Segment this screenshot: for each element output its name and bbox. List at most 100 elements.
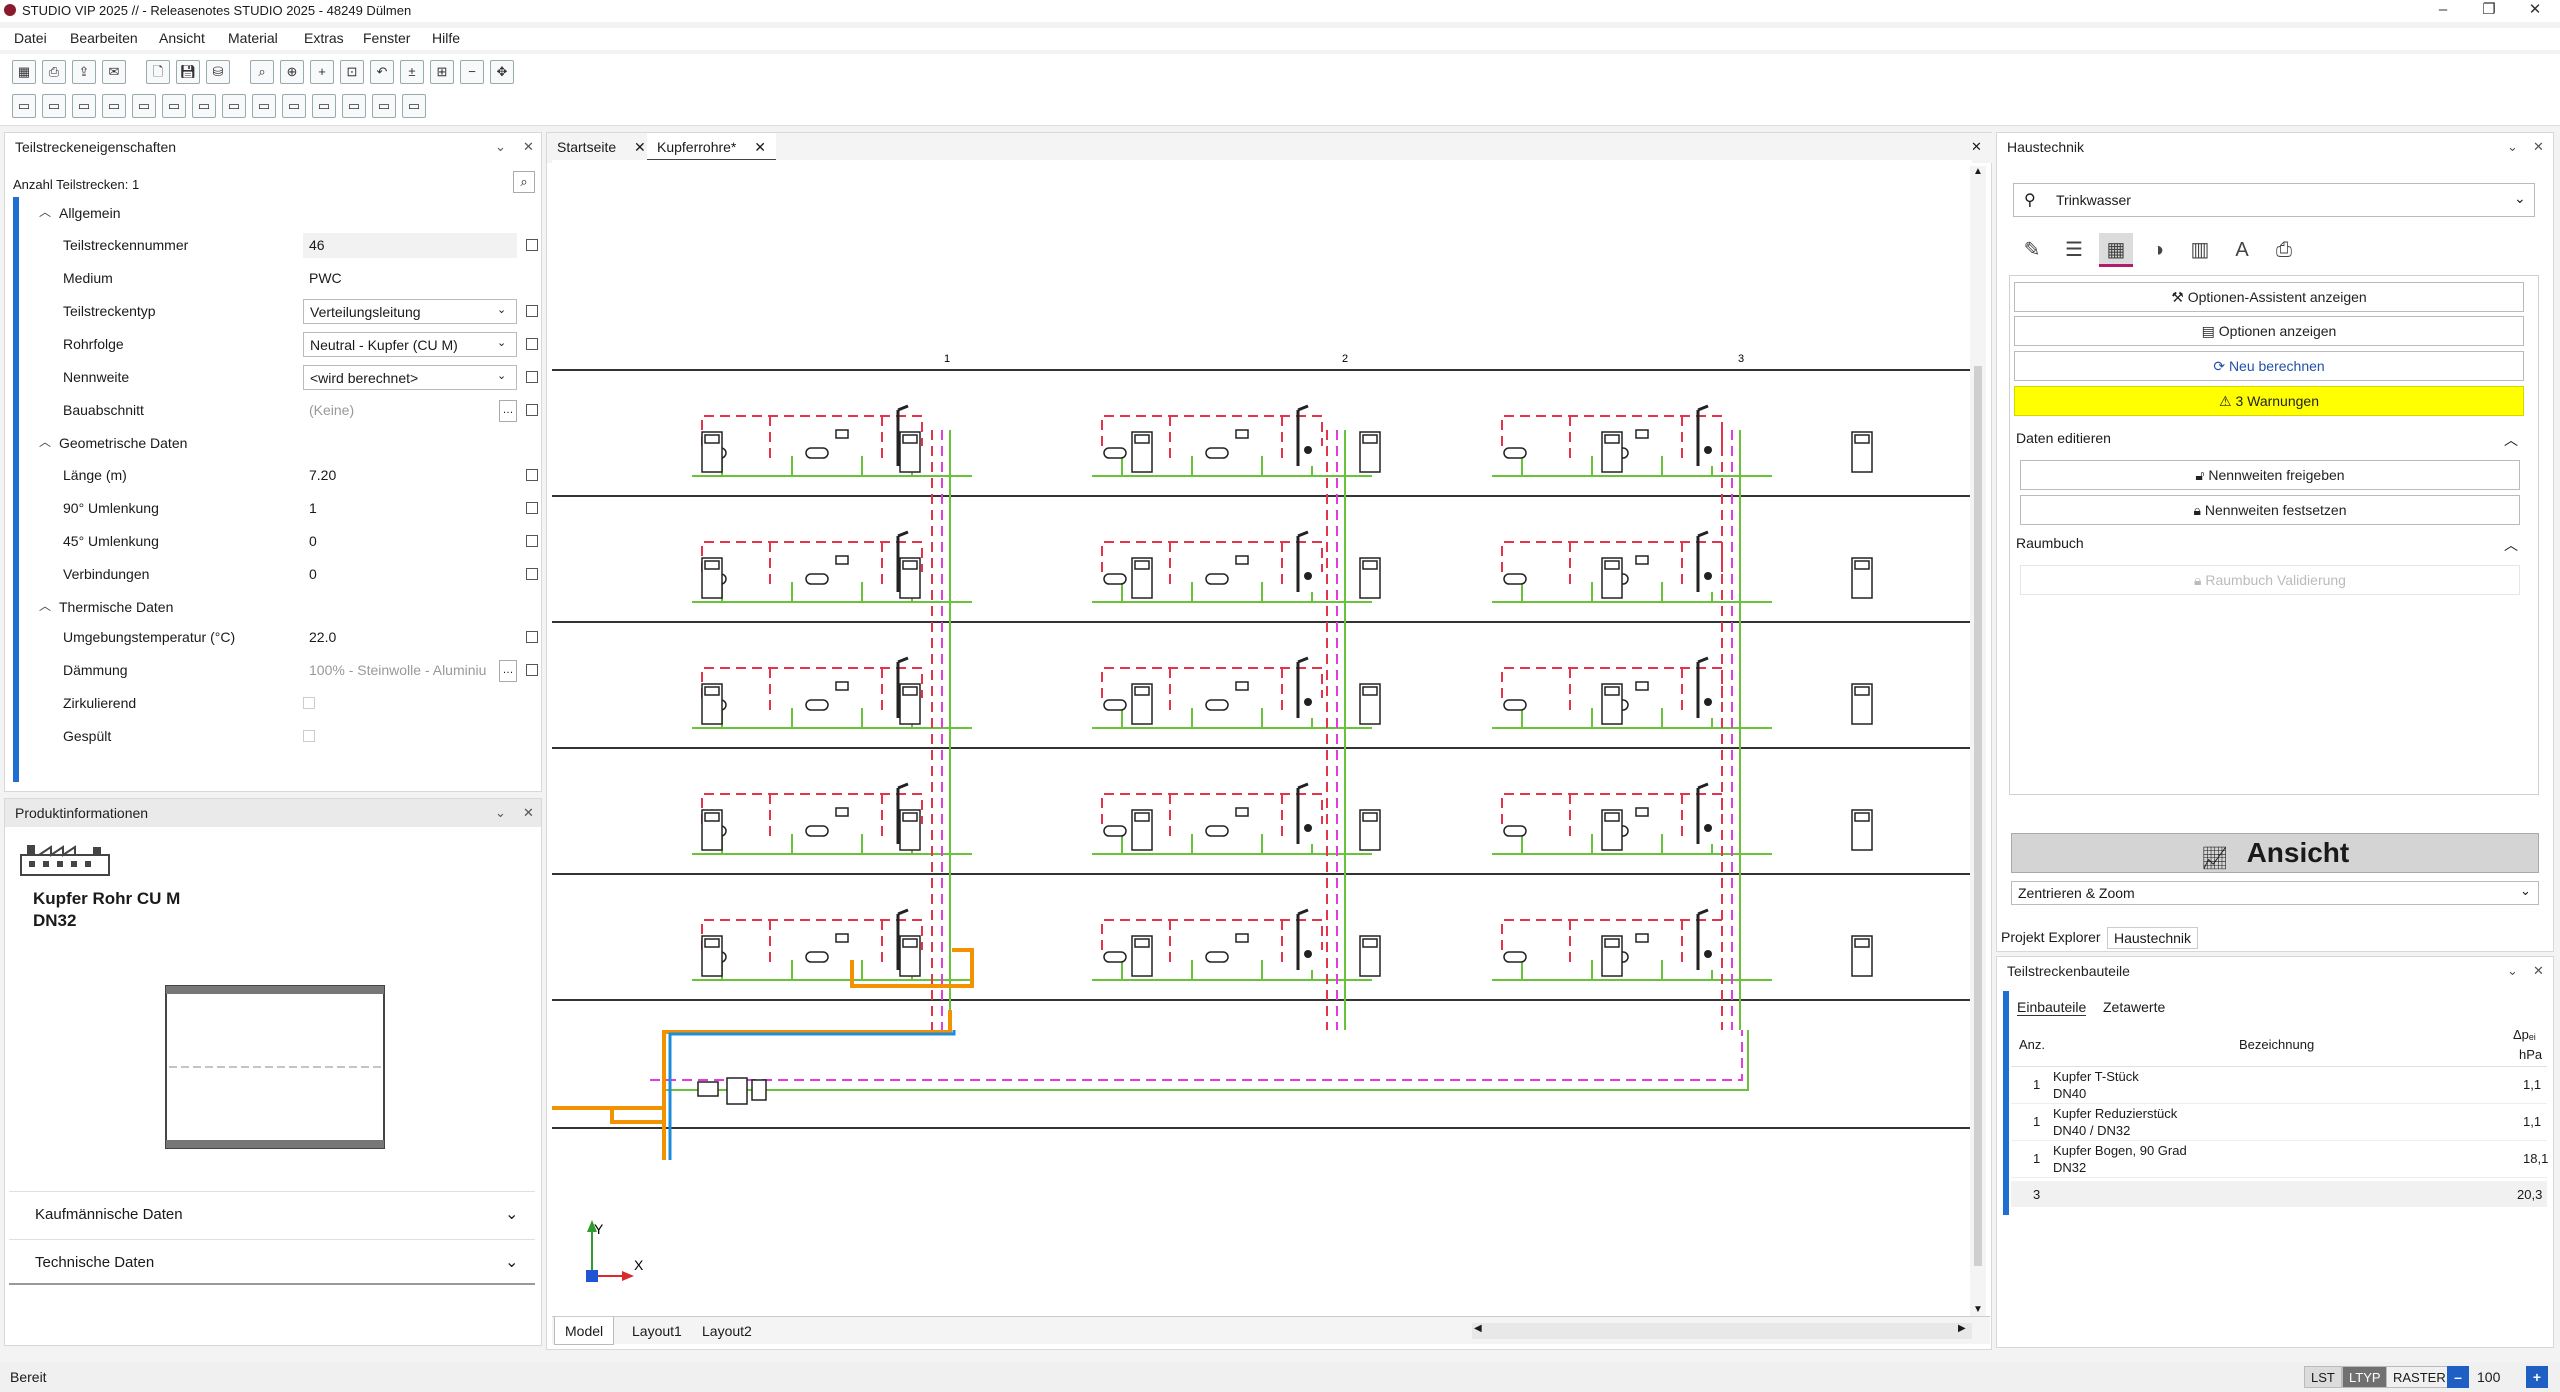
text-style-icon[interactable]: A [2225,233,2259,267]
menu-ansicht[interactable]: Ansicht [159,30,205,46]
tab-einbauteile[interactable]: Einbauteile [2017,999,2087,1016]
section-thermisch[interactable]: ︿ Thermische Daten [5,591,535,623]
view-select[interactable]: Zentrieren & Zoom ⌄ [2011,881,2539,905]
tab-haustechnik[interactable]: Haustechnik [2107,927,2199,949]
table-row[interactable]: 1 Kupfer T-Stück DN40 1,1 [2011,1067,2547,1104]
bar-chart-icon[interactable]: ▥ [2183,233,2217,267]
umlenkung90-field[interactable]: 1 [303,496,517,521]
warnings-button[interactable]: ⚠ 3 Warnungen [2014,386,2524,416]
rohrfolge-select[interactable]: Neutral - Kupfer (CU M) [303,332,517,357]
table-row[interactable]: 1 Kupfer Bogen, 90 Grad DN32 18,1 [2011,1141,2548,1178]
close-icon[interactable]: ✕ [2533,957,2544,985]
laenge-field[interactable]: 7.20 [303,463,517,488]
close-icon[interactable]: ✕ [1971,139,1982,155]
printer-icon[interactable]: ⎙ [2267,233,2301,267]
scroll-thumb[interactable] [1974,366,1982,1266]
tab-layout2[interactable]: Layout2 [692,1317,762,1345]
checkbox[interactable] [526,371,538,383]
zoom-out-icon[interactable]: − [460,60,484,84]
checkbox[interactable] [526,535,538,547]
gespuelt-checkbox[interactable] [303,730,315,742]
pin-icon[interactable]: ⌄ [495,799,506,827]
release-sizes-button[interactable]: 🔓︎ Nennweiten freigeben [2020,460,2520,490]
checkbox[interactable] [526,338,538,350]
scroll-down-icon[interactable]: ▼ [1973,1304,1983,1315]
view-side-icon[interactable]: ▭ [72,94,96,118]
checkbox[interactable] [526,631,538,643]
minimize-button[interactable]: – [2420,0,2466,22]
fix-sizes-button[interactable]: 🔒︎ Nennweiten festsetzen [2020,495,2520,525]
checkbox[interactable] [526,664,538,676]
zoom-prev-icon[interactable]: ↶ [370,60,394,84]
horizontal-scrollbar[interactable]: ◀ ▶ [1472,1323,1972,1339]
umlenkung45-field[interactable]: 0 [303,529,517,554]
table-row[interactable]: 1 Kupfer Reduzierstück DN40 / DN32 1,1 [2011,1104,2547,1141]
view-iso2-icon[interactable]: ▭ [192,94,216,118]
verbindungen-field[interactable]: 0 [303,562,517,587]
zoom-realtime-icon[interactable]: ± [400,60,424,84]
grid-icon[interactable]: ▦ [12,60,36,84]
show-options-button[interactable]: ▤ Optionen anzeigen [2014,316,2524,346]
nennweite-select[interactable]: <wird berechnet> [303,365,517,390]
view-iso1-icon[interactable]: ▭ [162,94,186,118]
tab-startseite[interactable]: Startseite ✕ [547,133,656,161]
vertical-scrollbar[interactable]: ▲ ▼ [1970,166,1986,1316]
pin-icon[interactable]: ⌄ [495,133,506,161]
cad-drawing[interactable]: 1 2 3 Y X [552,160,1972,1320]
view-split-icon[interactable]: ▭ [372,94,396,118]
view-iso5-icon[interactable]: ▭ [282,94,306,118]
zoom-out-button[interactable]: – [2447,1366,2469,1388]
pin-icon[interactable]: ⌄ [2507,957,2518,985]
view-iso3-icon[interactable]: ▭ [222,94,246,118]
list-icon[interactable]: ☰ [2057,233,2091,267]
pencil-icon[interactable]: ✎ [2015,233,2049,267]
menu-fenster[interactable]: Fenster [363,30,410,46]
pan-icon[interactable]: ✥ [490,60,514,84]
checkbox[interactable] [526,404,538,416]
view-front-icon[interactable]: ▭ [42,94,66,118]
menu-datei[interactable]: Datei [14,30,47,46]
lst-toggle[interactable]: LST [2304,1366,2342,1388]
zoom-in-button[interactable]: + [2526,1366,2548,1388]
view-back-icon[interactable]: ▭ [102,94,126,118]
tab-layout1[interactable]: Layout1 [622,1317,692,1345]
tab-projekt-explorer[interactable]: Projekt Explorer [2001,929,2101,945]
kaufmaennisch-section[interactable]: Kaufmännische Daten ⌄ [9,1191,535,1237]
pin-icon[interactable]: ⌄ [2507,133,2518,161]
section-geometrie[interactable]: ︿ Geometrische Daten [5,427,535,459]
zoom-window-icon[interactable]: ⊕ [280,60,304,84]
view-iso4-icon[interactable]: ▭ [252,94,276,118]
view-window-icon[interactable]: ▭ [402,94,426,118]
teilstreckentyp-select[interactable]: Verteilungsleitung [303,299,517,324]
close-icon[interactable]: ✕ [523,133,534,161]
teilstreckennummer-field[interactable]: 46 [303,233,517,258]
zirkulierend-checkbox[interactable] [303,697,315,709]
ellipsis-button[interactable]: … [499,660,517,682]
maximize-button[interactable]: ❐ [2466,0,2512,22]
view-button[interactable]: 📈︎ Ansicht [2011,833,2539,873]
checkbox[interactable] [526,305,538,317]
checkbox[interactable] [526,469,538,481]
checkbox[interactable] [526,568,538,580]
edit-data-section[interactable]: Daten editieren ︿ [2016,430,2526,452]
pie-chart-icon[interactable]: ◑ [2141,233,2175,267]
zoom-extents-icon[interactable]: ⊡ [340,60,364,84]
view-iso6-icon[interactable]: ▭ [312,94,336,118]
temperatur-field[interactable]: 22.0 [303,625,517,650]
new-file-icon[interactable]: 🗋︎ [146,60,170,84]
close-window-button[interactable]: ✕ [2512,0,2558,22]
scroll-left-icon[interactable]: ◀ [1474,1323,1482,1334]
mail-icon[interactable]: ✉ [102,60,126,84]
zoom-all-icon[interactable]: ⊞ [430,60,454,84]
close-icon[interactable]: ✕ [2533,133,2544,161]
view-top-icon[interactable]: ▭ [12,94,36,118]
print-icon[interactable]: ⎙ [42,60,66,84]
zoom-icon[interactable]: ⌕ [250,60,274,84]
ellipsis-button[interactable]: … [499,400,517,422]
menu-extras[interactable]: Extras [304,30,344,46]
menu-material[interactable]: Material [228,30,278,46]
raumbuch-section[interactable]: Raumbuch ︿ [2016,535,2526,557]
close-icon[interactable]: ✕ [634,139,646,155]
trade-select[interactable]: ⚲ Trinkwasser ⌄ [2013,183,2535,217]
menu-hilfe[interactable]: Hilfe [432,30,460,46]
